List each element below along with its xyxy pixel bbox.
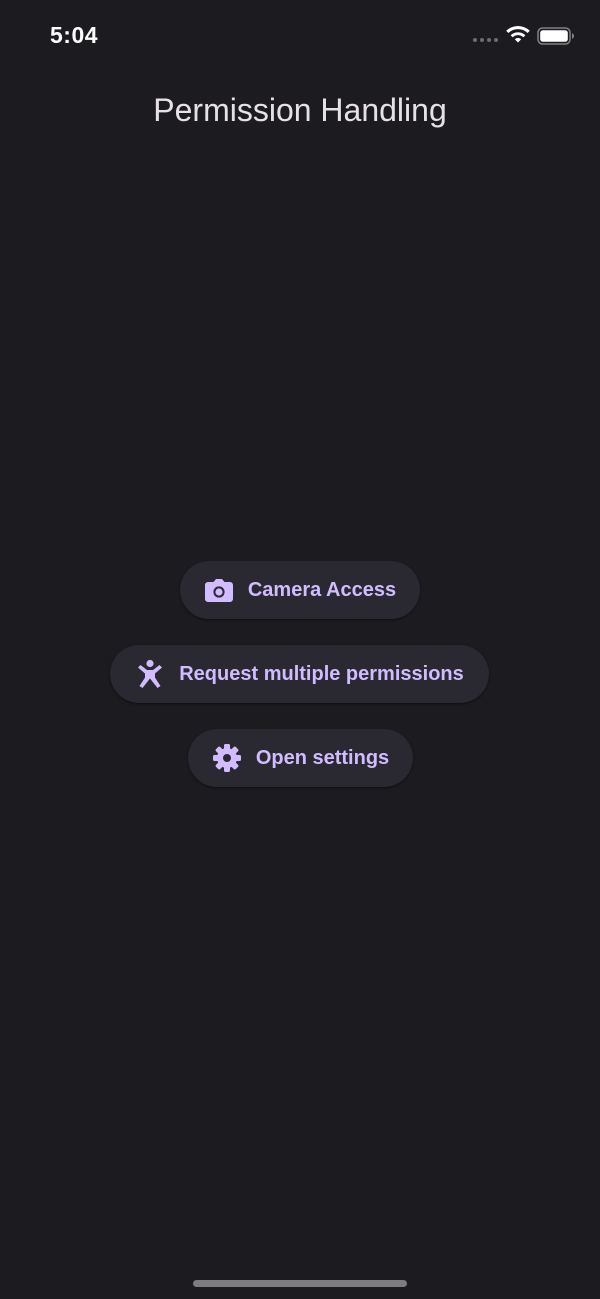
status-time: 5:04 (50, 22, 99, 48)
request-multiple-permissions-button[interactable]: Request multiple permissions (110, 645, 489, 703)
camera-icon (204, 575, 234, 605)
camera-access-button[interactable]: Camera Access (180, 561, 420, 619)
page-title: Permission Handling (153, 92, 447, 128)
home-indicator[interactable] (193, 1280, 407, 1287)
cellular-signal-icon (473, 38, 498, 42)
battery-icon (537, 27, 574, 45)
gear-icon (212, 743, 242, 773)
accessibility-icon (135, 659, 165, 689)
open-settings-button[interactable]: Open settings (188, 729, 413, 787)
status-bar: 5:04 (0, 0, 600, 72)
request-multiple-permissions-label: Request multiple permissions (179, 662, 464, 685)
camera-access-label: Camera Access (247, 578, 397, 601)
wifi-icon (506, 25, 530, 43)
open-settings-label: Open settings (255, 746, 390, 769)
